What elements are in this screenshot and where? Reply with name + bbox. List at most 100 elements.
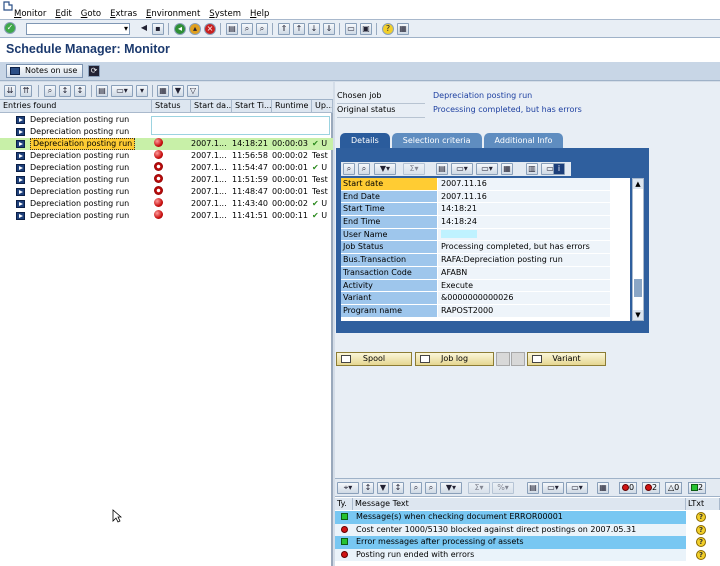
scroll-up-icon[interactable]: ▲: [633, 179, 643, 189]
command-dropdown-icon[interactable]: ▾: [124, 24, 128, 33]
detail-row[interactable]: Transaction Code AFABN: [341, 266, 630, 280]
graphic-icon[interactable]: ▥: [526, 163, 538, 175]
filter-icon[interactable]: ▼▾: [374, 163, 396, 175]
detail-row[interactable]: User Name: [341, 228, 630, 242]
job-row[interactable]: Depreciation posting run 2007.1... 11:56:5…: [0, 150, 333, 162]
message-row[interactable]: Message(s) when checking document ERROR0…: [335, 511, 720, 524]
menu-monitor[interactable]: Monitor: [14, 9, 46, 19]
spool-button[interactable]: Spool: [336, 352, 412, 366]
layout-icon[interactable]: ▦: [501, 163, 513, 175]
filter-menu-icon[interactable]: ▼▾: [440, 482, 462, 494]
collapse-all-icon[interactable]: ⇈: [20, 85, 32, 97]
subtotal-icon[interactable]: %▾: [492, 482, 514, 494]
find-icon[interactable]: ⌕: [241, 23, 253, 35]
job-name-cell[interactable]: Depreciation posting run: [0, 198, 150, 210]
filter-delete-icon[interactable]: ▽: [187, 85, 199, 97]
view-icon[interactable]: ▾: [136, 85, 148, 97]
find-next-icon[interactable]: ⌕: [358, 163, 370, 175]
success-count-badge[interactable]: 2: [688, 482, 707, 494]
details-scrollbar[interactable]: ▲ ▼: [632, 178, 644, 321]
detail-row[interactable]: Activity Execute: [341, 279, 630, 293]
enter-icon[interactable]: ✓: [4, 22, 16, 34]
long-text-help-icon[interactable]: ?: [696, 537, 706, 547]
col-start-date[interactable]: Start da...: [191, 100, 232, 112]
job-row[interactable]: Depreciation posting run: [0, 114, 333, 126]
menu-extras[interactable]: Extras: [110, 9, 137, 19]
col-update[interactable]: Up...: [312, 100, 333, 112]
command-field[interactable]: ▾: [26, 23, 130, 35]
message-row[interactable]: Error messages after processing of asset…: [335, 536, 720, 549]
refresh-icon[interactable]: ⟳: [88, 65, 100, 77]
job-row[interactable]: Depreciation posting run 2007.1... 11:54:4…: [0, 162, 333, 174]
col-entries-found[interactable]: Entries found: [0, 100, 152, 112]
job-log-button[interactable]: Job log: [415, 352, 494, 366]
job-row[interactable]: Depreciation posting run 2007.1... 11:43:4…: [0, 198, 333, 210]
filter-icon[interactable]: ▼: [377, 482, 389, 494]
job-name-cell[interactable]: Depreciation posting run: [0, 138, 150, 150]
message-row[interactable]: Cost center 1000/5130 blocked against di…: [335, 523, 720, 536]
cancel-icon[interactable]: ×: [204, 23, 216, 35]
expand-icon[interactable]: [16, 188, 25, 196]
message-row[interactable]: Posting run ended with errors?: [335, 548, 720, 561]
menu-edit[interactable]: Edit: [55, 9, 71, 19]
col-start-time[interactable]: Start Ti...: [232, 100, 272, 112]
warning-count-badge[interactable]: △0: [665, 482, 683, 494]
help-icon[interactable]: ?: [382, 23, 394, 35]
detail-row[interactable]: Variant &0000000000026: [341, 292, 630, 305]
export-icon[interactable]: ▭▾: [111, 85, 133, 97]
detail-row[interactable]: Program name RAPOST2000: [341, 304, 630, 318]
column-icon[interactable]: ▦: [157, 85, 169, 97]
menu-goto[interactable]: Goto: [81, 9, 101, 19]
save-icon[interactable]: ▪: [152, 23, 164, 35]
expand-icon[interactable]: [16, 116, 25, 124]
find-next-icon[interactable]: ⌕: [256, 23, 268, 35]
job-name-cell[interactable]: Depreciation posting run: [0, 150, 150, 162]
print-icon[interactable]: ▤: [96, 85, 108, 97]
print-icon[interactable]: ▤: [436, 163, 448, 175]
layout-icon[interactable]: ▦: [397, 23, 409, 35]
expand-all-icon[interactable]: ⇊: [4, 85, 16, 97]
job-name-cell[interactable]: Depreciation posting run: [0, 114, 150, 126]
expand-icon[interactable]: [16, 152, 25, 160]
detail-row[interactable]: End Date 2007.11.16: [341, 190, 630, 204]
expand-icon[interactable]: [16, 140, 25, 148]
detail-row[interactable]: Bus.Transaction RAFA:Depreciation posting…: [341, 254, 630, 267]
detail-row[interactable]: End Time 14:18:24: [341, 216, 630, 229]
find-icon[interactable]: ⌕: [410, 482, 422, 494]
details-icon[interactable]: ⌖▾: [337, 482, 359, 494]
detail-row[interactable]: Start date 2007.11.16: [341, 178, 630, 191]
expand-icon[interactable]: [16, 164, 25, 172]
filter-icon[interactable]: ▼: [172, 85, 184, 97]
last-page-icon[interactable]: ⇓: [323, 23, 335, 35]
long-text-help-icon[interactable]: ?: [696, 549, 706, 560]
detail-row[interactable]: Job Status Processing completed, but has …: [341, 241, 630, 255]
col-runtime[interactable]: Runtime: [272, 100, 312, 112]
tab-details[interactable]: Details: [340, 133, 390, 148]
job-name-cell[interactable]: Depreciation posting run: [0, 126, 150, 138]
stop-count-badge[interactable]: 2: [642, 482, 661, 494]
views-icon[interactable]: ▭▾: [451, 163, 473, 175]
long-text-help-icon[interactable]: ?: [696, 512, 706, 522]
col-type[interactable]: Ty.: [335, 498, 353, 510]
job-row[interactable]: Depreciation posting run: [0, 126, 333, 138]
job-row[interactable]: Depreciation posting run 2007.1... 14:18:2…: [0, 138, 333, 150]
sort-descending-icon[interactable]: ↕: [392, 482, 404, 494]
job-name-cell[interactable]: Depreciation posting run: [0, 174, 150, 186]
print-icon[interactable]: ▤: [226, 23, 238, 35]
col-status[interactable]: Status: [152, 100, 191, 112]
info-icon[interactable]: i: [553, 163, 565, 175]
col-long-text[interactable]: LTxt: [686, 498, 720, 510]
job-row[interactable]: Depreciation posting run 2007.1... 11:41:5…: [0, 210, 333, 222]
export-icon[interactable]: ▭▾: [476, 163, 498, 175]
shortcut-icon[interactable]: ▣: [360, 23, 372, 35]
menu-help[interactable]: Help: [250, 9, 269, 19]
find-icon[interactable]: ⌕: [343, 163, 355, 175]
variant-button[interactable]: Variant: [527, 352, 606, 366]
sort-descending-icon[interactable]: ↕: [74, 85, 86, 97]
expand-icon[interactable]: [16, 176, 25, 184]
expand-icon[interactable]: [16, 212, 25, 220]
long-text-help-icon[interactable]: ?: [696, 524, 706, 535]
export-icon[interactable]: ▭▾: [566, 482, 588, 494]
menu-environment[interactable]: Environment: [146, 9, 200, 19]
job-name-cell[interactable]: Depreciation posting run: [0, 186, 150, 198]
